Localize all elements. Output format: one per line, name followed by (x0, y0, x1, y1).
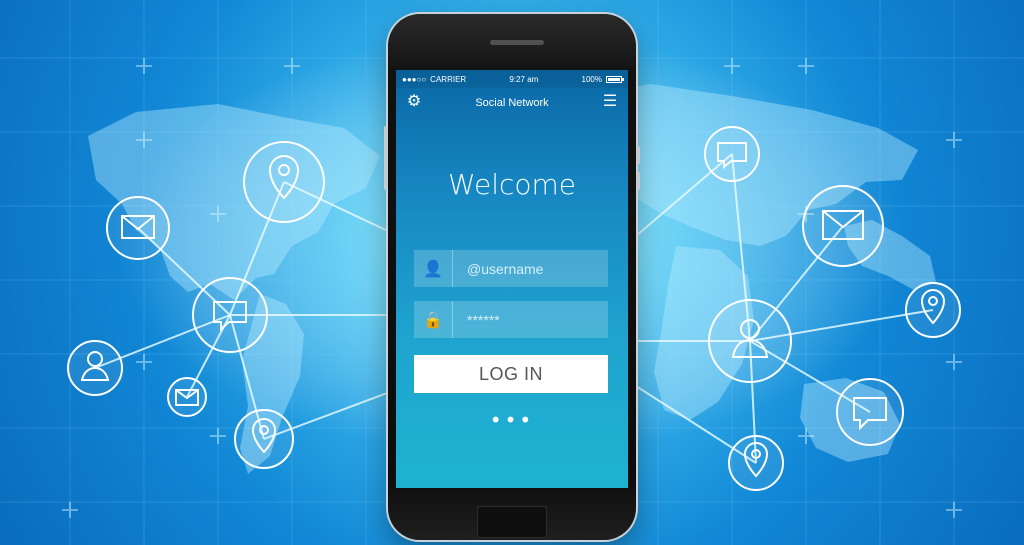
hamburger-icon[interactable]: ☰ (602, 94, 618, 110)
battery-percent: 100% (581, 74, 602, 84)
network-node-location-right (905, 282, 961, 338)
network-node-location-bottom-right (728, 435, 784, 491)
status-right: 100% (581, 74, 624, 84)
password-field-container[interactable]: 🔒 (414, 301, 609, 338)
pager-dots: ••• (489, 408, 535, 432)
battery-fill (608, 77, 620, 81)
status-bar: ●●●○○ CARRIER 9:27 am 100% (396, 70, 628, 88)
phone-side-button (636, 146, 640, 164)
battery-icon (606, 75, 624, 83)
phone-side-button (636, 172, 640, 190)
username-field-container[interactable]: 👤 (414, 250, 609, 287)
network-node-mail-left (106, 196, 170, 260)
carrier-label: CARRIER (430, 74, 467, 84)
network-node-chat-right (836, 378, 904, 446)
app-header: ⚙ Social Network ☰ (396, 90, 628, 116)
welcome-heading: Welcome (447, 168, 577, 201)
app-title: Social Network (475, 97, 549, 109)
network-node-chat-left-main (192, 277, 268, 353)
network-node-location-top-left (243, 141, 325, 223)
home-button[interactable] (477, 506, 547, 538)
status-left: ●●●○○ CARRIER (402, 75, 466, 84)
gear-icon[interactable]: ⚙ (406, 94, 422, 110)
network-node-user-left (67, 340, 123, 396)
network-node-location-bottom-left (234, 409, 294, 469)
phone-speaker (490, 40, 544, 45)
status-time: 9:27 am (509, 74, 539, 84)
network-node-mail-right (802, 185, 884, 267)
login-button[interactable]: LOG IN (414, 355, 608, 393)
user-icon: 👤 (414, 250, 453, 287)
network-node-mail-small-left (167, 377, 207, 417)
phone-screen: ●●●○○ CARRIER 9:27 am 100% ⚙ Social Netw… (396, 70, 628, 488)
signal-icon: ●●●○○ (402, 74, 427, 84)
password-input[interactable] (465, 310, 609, 329)
phone-side-button (384, 126, 388, 190)
username-input[interactable] (465, 259, 609, 278)
smartphone: ●●●○○ CARRIER 9:27 am 100% ⚙ Social Netw… (384, 14, 640, 540)
lock-icon: 🔒 (414, 301, 453, 338)
network-node-user-right-main (708, 299, 792, 383)
network-node-chat-top-right (704, 126, 760, 182)
social-network-scene: ●●●○○ CARRIER 9:27 am 100% ⚙ Social Netw… (0, 0, 1024, 545)
